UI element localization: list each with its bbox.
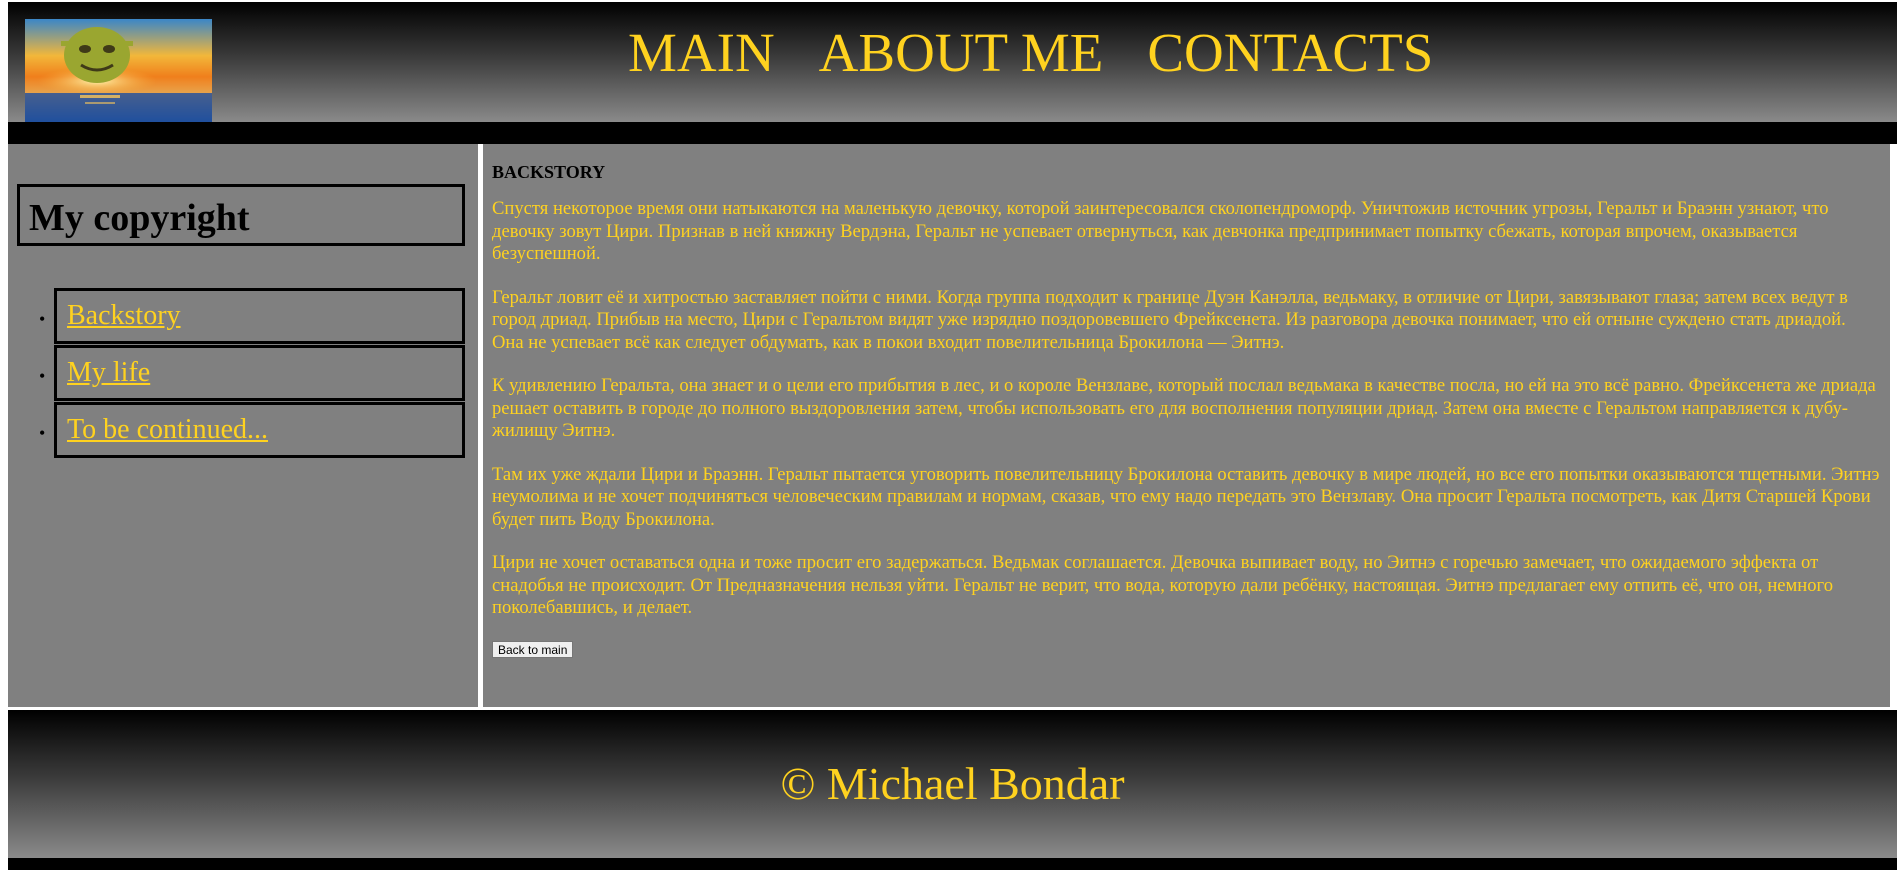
- main-content: BACKSTORY Спустя некоторое время они нат…: [483, 144, 1890, 707]
- content-paragraph: К удивлению Геральта, она знает и о цели…: [492, 375, 1876, 441]
- bullet-icon: •: [39, 309, 46, 329]
- back-to-main-button[interactable]: Back to main: [492, 640, 574, 658]
- content-paragraph: Геральт ловит её и хитростью заставляет …: [492, 286, 1848, 353]
- footer-divider: [8, 858, 1897, 870]
- sidebar-list: • Backstory • My life • To be continued.…: [8, 288, 478, 459]
- site-header: MAIN ABOUT ME CONTACTS: [8, 2, 1897, 124]
- page: MAIN ABOUT ME CONTACTS My copyright • Ba…: [0, 0, 1897, 870]
- footer-copyright: © Michael Bondar: [780, 758, 1125, 809]
- sidebar-item-box: My life: [54, 345, 465, 401]
- main-nav: MAIN ABOUT ME CONTACTS: [628, 18, 1433, 88]
- sidebar-item-my-life: • My life: [8, 345, 478, 401]
- sidebar: My copyright • Backstory • My life • To …: [8, 144, 478, 707]
- content-paragraph: Там их уже ждали Цири и Браэнн. Геральт …: [492, 463, 1880, 530]
- bullet-icon: •: [39, 366, 46, 386]
- content-paragraph: Цири не хочет оставаться одна и тоже про…: [492, 552, 1834, 618]
- nav-link-main[interactable]: MAIN: [628, 18, 775, 88]
- bullet-icon: •: [39, 423, 46, 443]
- sidebar-item-box: To be continued...: [54, 402, 465, 458]
- sidebar-item-backstory: • Backstory: [8, 288, 478, 344]
- sidebar-link-backstory[interactable]: Backstory: [67, 300, 181, 331]
- site-footer: © Michael Bondar: [8, 710, 1897, 858]
- sidebar-item-box: Backstory: [54, 288, 465, 344]
- header-divider: [8, 122, 1897, 144]
- sidebar-item-to-be-continued: • To be continued...: [8, 402, 478, 458]
- content-paragraph: Спустя некоторое время они натыкаются на…: [492, 198, 1829, 264]
- sidebar-link-my-life[interactable]: My life: [67, 357, 150, 388]
- nav-link-contacts[interactable]: CONTACTS: [1147, 18, 1433, 88]
- logo-image: [25, 19, 212, 124]
- sidebar-link-to-be-continued[interactable]: To be continued...: [67, 414, 268, 445]
- nav-link-about-me[interactable]: ABOUT ME: [819, 18, 1104, 88]
- sidebar-title: My copyright: [17, 184, 465, 246]
- content-heading: BACKSTORY: [492, 162, 606, 182]
